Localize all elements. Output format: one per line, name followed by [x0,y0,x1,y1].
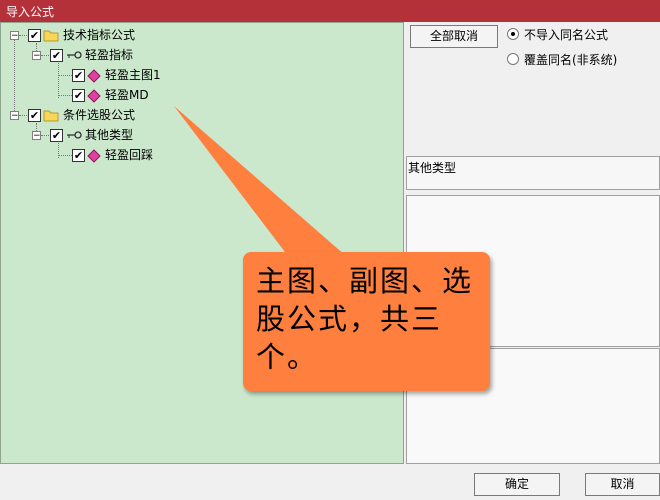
annotation-text: 主图、副图、选股公式，共三个。 [256,264,474,374]
callout-pointer [174,106,346,256]
